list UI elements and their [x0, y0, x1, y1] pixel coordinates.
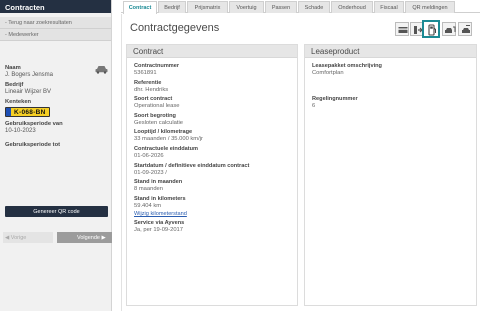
company-label: Bedrijf — [5, 82, 24, 88]
name-label: Naam — [5, 65, 21, 71]
car-icon — [95, 66, 108, 74]
tab-fiscaal[interactable]: Fiscaal — [374, 1, 404, 13]
contract-panel: Contract Contractnummer 5361891 Referent… — [126, 44, 298, 306]
previous-button[interactable]: ◀ Vorige — [3, 232, 53, 243]
field-regelingnummer: Regelingnummer 6 — [312, 96, 358, 109]
page-title: Contractgegevens — [130, 22, 220, 34]
field-service: Service via Ayvens Ja, per 19-09-2017 — [134, 220, 185, 234]
change-mileage-link[interactable]: Wijzig kilometerstand — [134, 211, 297, 217]
company-value: Lineair Wijzer BV — [5, 89, 52, 95]
card-icon[interactable] — [395, 22, 409, 36]
back-to-results-link[interactable]: - Terug naar zoekresultaten — [0, 17, 111, 29]
car-swap-icon[interactable] — [458, 22, 472, 36]
field-soort-begroting: Soort begroting Gesloten calculatie — [134, 112, 183, 126]
tab-bedrijf[interactable]: Bedrijf — [158, 1, 186, 13]
contract-heading: Contract — [127, 45, 297, 58]
record-pager: ◀ Vorige Volgende ▶ — [3, 232, 112, 243]
car-return-icon[interactable] — [442, 22, 456, 36]
field-referentie: Referentie dhr. Hendriks — [134, 79, 169, 93]
sidebar-title: Contracten — [0, 0, 111, 13]
field-soort-contract: Soort contract Operational lease — [134, 96, 180, 110]
field-contractnummer: Contractnummer 5361891 — [134, 63, 180, 76]
license-plate: K-068-BN — [5, 107, 50, 117]
tab-voertuig[interactable]: Voertuig — [229, 1, 264, 13]
next-button[interactable]: Volgende ▶ — [57, 232, 112, 243]
generate-qr-button[interactable]: Genereer QR code — [5, 206, 108, 217]
plate-number: K-068-BN — [14, 108, 46, 116]
fuel-pump-icon[interactable] — [422, 20, 440, 38]
sidebar: Contracten - Terug naar zoekresultaten -… — [0, 0, 112, 311]
plate-label: Kenteken — [5, 99, 32, 105]
name-value: J. Bogers Jensma — [5, 72, 54, 78]
leaseproduct-heading: Leaseproduct — [305, 45, 476, 58]
employee-link[interactable]: - Medewerker — [0, 29, 111, 41]
field-einddatum: Contractuele einddatum 01-06-2026 — [134, 145, 199, 159]
field-looptijd: Looptijd / kilometrage 33 maanden / 35.0… — [134, 129, 203, 143]
field-startdatum: Startdatum / definitieve einddatum contr… — [134, 162, 250, 176]
tab-onderhoud[interactable]: Onderhoud — [331, 1, 373, 13]
tab-prijsmatrix[interactable]: Prijsmatrix — [187, 1, 228, 13]
field-stand-maanden: Stand in maanden 8 maanden — [134, 179, 183, 193]
leaseproduct-panel: Leaseproduct Leasepakket omschrijving Co… — [304, 44, 477, 306]
vehicle-summary: Naam J. Bogers Jensma Bedrijf Lineair Wi… — [5, 65, 109, 149]
field-stand-kilometers: Stand in kilometers 59.404 km Wijzig kil… — [134, 196, 297, 217]
tab-qr-meldingen[interactable]: QR meldingen — [405, 1, 455, 13]
tab-bar: Contract Bedrijf Prijsmatrix Voertuig Pa… — [121, 0, 480, 14]
main-content: Contractgegevens Contract Contractnummer… — [121, 14, 480, 311]
field-leasepakket: Leasepakket omschrijving Comfortplan — [312, 63, 382, 76]
tab-contract[interactable]: Contract — [123, 1, 157, 14]
period-from-label: Gebruiksperiode van — [5, 121, 63, 127]
tab-schade[interactable]: Schade — [298, 1, 330, 13]
tab-passen[interactable]: Passen — [265, 1, 297, 13]
period-from-value: 10-10-2023 — [5, 128, 36, 134]
period-to-label: Gebruiksperiode tot — [5, 142, 61, 148]
